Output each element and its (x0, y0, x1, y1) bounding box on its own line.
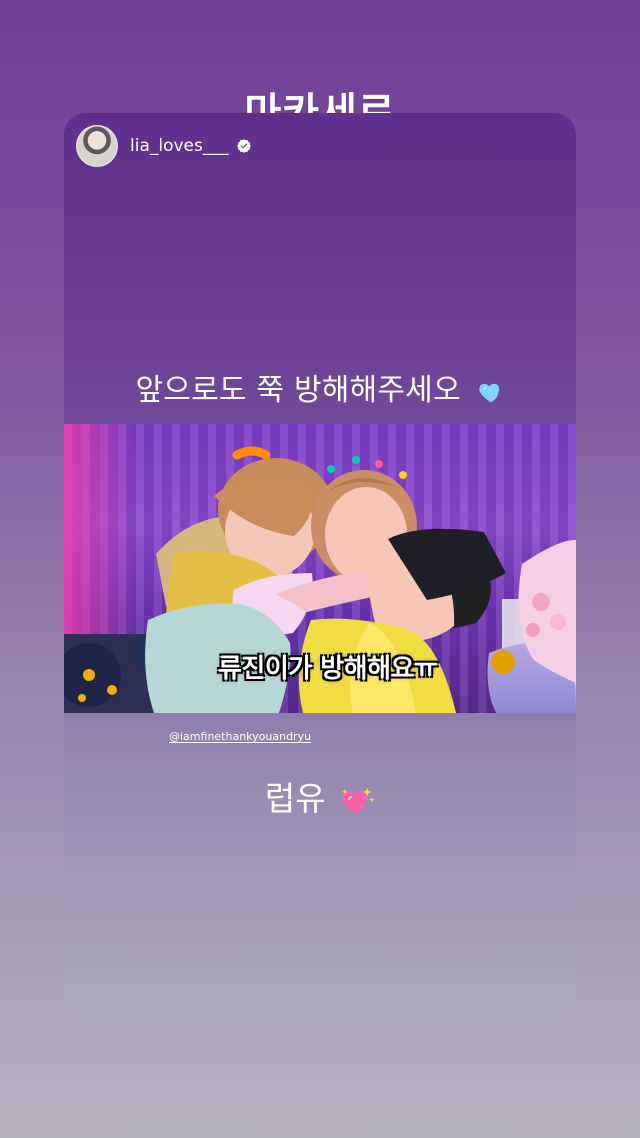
verified-check-icon (236, 138, 252, 154)
story-top-text: 앞으로도 쭉 방해해주세오 (64, 365, 576, 409)
username[interactable]: lia_loves___ (130, 137, 228, 155)
avatar[interactable] (76, 125, 118, 167)
story-bottom-text-label: 럽유 (264, 779, 326, 818)
video-caption: 류진이가 방해해요ㅠ (218, 654, 438, 684)
mention-link[interactable]: @iamfinethankyouandryu (169, 730, 311, 743)
username-row: lia_loves___ (130, 137, 252, 155)
story-header: lia_loves___ (76, 125, 252, 167)
blue-heart-icon (477, 378, 505, 406)
sparkling-heart-icon (339, 783, 375, 819)
story-top-text-label: 앞으로도 쭉 방해해주세오 (135, 373, 461, 408)
story-bottom-text: 럽유 (64, 772, 576, 820)
story-card: lia_loves___ 앞으로도 쭉 방해해주세오 류진이가 방해해요ㅠ @i… (64, 113, 576, 1024)
story-video[interactable]: 류진이가 방해해요ㅠ (64, 424, 576, 713)
